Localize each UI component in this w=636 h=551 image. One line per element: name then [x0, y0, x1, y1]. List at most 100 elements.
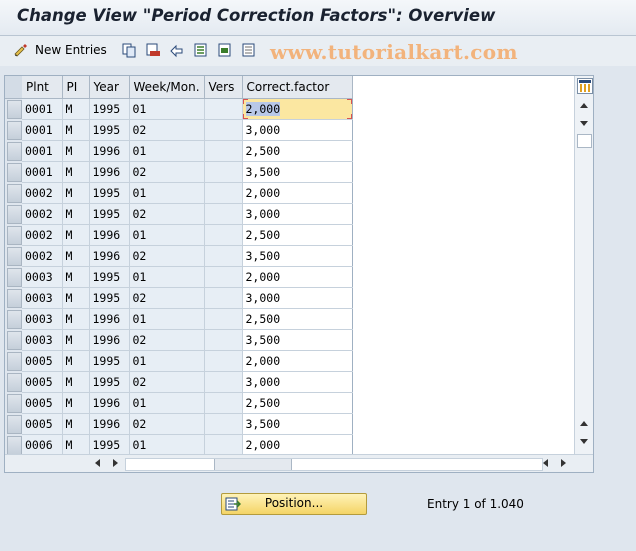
- cell-correct-factor[interactable]: 2,000: [242, 266, 353, 288]
- cell-vers: [204, 224, 243, 246]
- table-row: 0005 M 1995 01 2,000: [22, 350, 353, 372]
- select-all-rows-corner[interactable]: [5, 76, 22, 99]
- cell-pi: M: [62, 203, 90, 225]
- cell-correct-factor[interactable]: 2,000: [242, 182, 353, 204]
- cell-vers: [204, 371, 243, 393]
- cell-pi: M: [62, 287, 90, 309]
- row-selector[interactable]: [7, 394, 22, 413]
- cell-week-mon: 01: [129, 266, 205, 288]
- row-selector[interactable]: [7, 121, 22, 140]
- cell-correct-factor[interactable]: 2,000: [242, 434, 353, 456]
- row-selector[interactable]: [7, 436, 22, 455]
- cell-vers: [204, 434, 243, 456]
- cell-week-mon: 01: [129, 392, 205, 414]
- select-all-button[interactable]: [193, 40, 209, 60]
- table-row: 0001 M 1996 02 3,500: [22, 161, 353, 183]
- column-header-plnt[interactable]: Plnt: [22, 76, 63, 99]
- cell-correct-factor[interactable]: 2,500: [242, 392, 353, 414]
- selected-value-highlight: 2,000: [245, 102, 281, 116]
- copy-button[interactable]: [121, 40, 137, 60]
- deselect-all-button[interactable]: [241, 40, 257, 60]
- entry-counter: Entry 1 of 1.040: [427, 497, 524, 511]
- cell-year: 1996: [89, 140, 130, 162]
- row-selector[interactable]: [7, 352, 22, 371]
- cell-pi: M: [62, 245, 90, 267]
- focus-corner-mark: [346, 99, 351, 104]
- row-selector[interactable]: [7, 373, 22, 392]
- horizontal-scrollbar[interactable]: [5, 454, 593, 472]
- scroll-page-up-icon[interactable]: [580, 421, 588, 426]
- cell-pi: M: [62, 266, 90, 288]
- data-table: Plnt PI Year Week/Mon. Vers Correct.fact…: [22, 76, 353, 456]
- cell-pi: M: [62, 119, 90, 141]
- row-selector[interactable]: [7, 247, 22, 266]
- row-selector[interactable]: [7, 415, 22, 434]
- scroll-far-right-icon[interactable]: [561, 459, 566, 467]
- cell-correct-factor[interactable]: 2,500: [242, 140, 353, 162]
- cell-week-mon: 02: [129, 203, 205, 225]
- row-selector[interactable]: [7, 100, 22, 119]
- position-button[interactable]: Position...: [221, 493, 367, 515]
- table-row: 0003 M 1995 02 3,000: [22, 287, 353, 309]
- column-header-correct-factor[interactable]: Correct.factor: [242, 76, 353, 99]
- cell-vers: [204, 266, 243, 288]
- undo-button[interactable]: [169, 40, 185, 60]
- vertical-scroll-thumb[interactable]: [577, 134, 592, 148]
- cell-plnt: 0005: [22, 371, 63, 393]
- cell-year: 1996: [89, 392, 130, 414]
- row-selector[interactable]: [7, 310, 22, 329]
- row-selector[interactable]: [7, 205, 22, 224]
- scroll-right-icon[interactable]: [113, 459, 118, 467]
- position-button-label: Position...: [264, 496, 324, 510]
- select-block-button[interactable]: [217, 40, 233, 60]
- scroll-left-icon[interactable]: [95, 459, 100, 467]
- column-header-pi[interactable]: PI: [62, 76, 90, 99]
- row-selector[interactable]: [7, 142, 22, 161]
- horizontal-scroll-thumb[interactable]: [214, 459, 292, 470]
- delete-button[interactable]: [145, 40, 161, 60]
- horizontal-scroll-track[interactable]: [125, 458, 543, 471]
- window-title: Change View "Period Correction Factors":…: [17, 6, 496, 25]
- cell-correct-factor[interactable]: 3,500: [242, 161, 353, 183]
- scroll-page-down-icon[interactable]: [580, 439, 588, 444]
- scroll-far-left-icon[interactable]: [543, 459, 548, 467]
- new-entries-button[interactable]: New Entries: [13, 40, 107, 60]
- column-header-week-mon[interactable]: Week/Mon.: [129, 76, 205, 99]
- cell-correct-factor[interactable]: 3,500: [242, 329, 353, 351]
- row-selector[interactable]: [7, 184, 22, 203]
- cell-correct-factor[interactable]: 2,500: [242, 224, 353, 246]
- cell-year: 1995: [89, 203, 130, 225]
- cell-correct-factor[interactable]: 3,000: [242, 371, 353, 393]
- column-header-year[interactable]: Year: [89, 76, 130, 99]
- cell-correct-factor[interactable]: 2,000: [242, 98, 353, 120]
- cell-correct-factor[interactable]: 3,500: [242, 245, 353, 267]
- cell-correct-factor[interactable]: 2,000: [242, 350, 353, 372]
- table-row: 0005 M 1996 02 3,500: [22, 413, 353, 435]
- row-selector[interactable]: [7, 163, 22, 182]
- cell-week-mon: 01: [129, 308, 205, 330]
- vertical-scrollbar[interactable]: [574, 76, 593, 454]
- cell-pi: M: [62, 182, 90, 204]
- cell-correct-factor[interactable]: 3,000: [242, 119, 353, 141]
- cell-year: 1996: [89, 308, 130, 330]
- cell-correct-factor[interactable]: 3,000: [242, 203, 353, 225]
- row-selector[interactable]: [7, 289, 22, 308]
- cell-vers: [204, 245, 243, 267]
- cell-correct-factor[interactable]: 3,500: [242, 413, 353, 435]
- row-selector[interactable]: [7, 226, 22, 245]
- row-selector[interactable]: [7, 331, 22, 350]
- row-selector[interactable]: [7, 268, 22, 287]
- column-header-vers[interactable]: Vers: [204, 76, 243, 99]
- column-settings-button[interactable]: [577, 78, 593, 94]
- cell-pi: M: [62, 224, 90, 246]
- cell-week-mon: 01: [129, 434, 205, 456]
- cell-vers: [204, 287, 243, 309]
- cell-correct-factor[interactable]: 3,000: [242, 287, 353, 309]
- table-header-row: Plnt PI Year Week/Mon. Vers Correct.fact…: [22, 76, 353, 99]
- cell-pi: M: [62, 434, 90, 456]
- cell-correct-factor[interactable]: 2,500: [242, 308, 353, 330]
- scroll-up-icon[interactable]: [580, 103, 588, 108]
- cell-vers: [204, 140, 243, 162]
- cell-plnt: 0006: [22, 434, 63, 456]
- scroll-down-icon[interactable]: [580, 121, 588, 126]
